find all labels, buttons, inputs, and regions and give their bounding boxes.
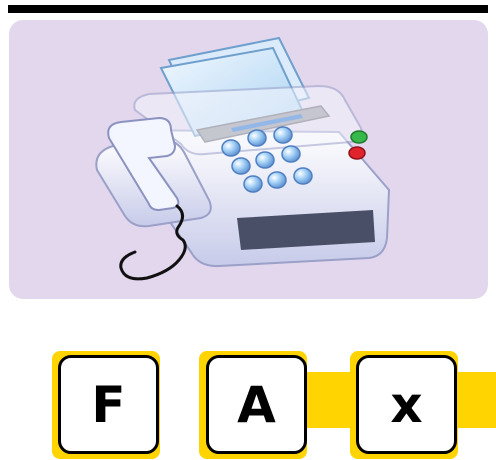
fax-machine-icon — [95, 36, 391, 281]
top-progress-bar — [8, 5, 488, 13]
letter-tile-label: A — [237, 375, 276, 434]
letter-tile-2[interactable]: A — [206, 355, 307, 454]
letter-tile-label: F — [91, 375, 126, 434]
letter-tile-1[interactable]: F — [58, 355, 159, 454]
letter-tile-label: x — [390, 375, 423, 434]
letter-tile-3[interactable]: x — [356, 355, 457, 454]
picture-card — [9, 20, 488, 299]
word-puzzle-stage: F A x — [0, 0, 496, 460]
